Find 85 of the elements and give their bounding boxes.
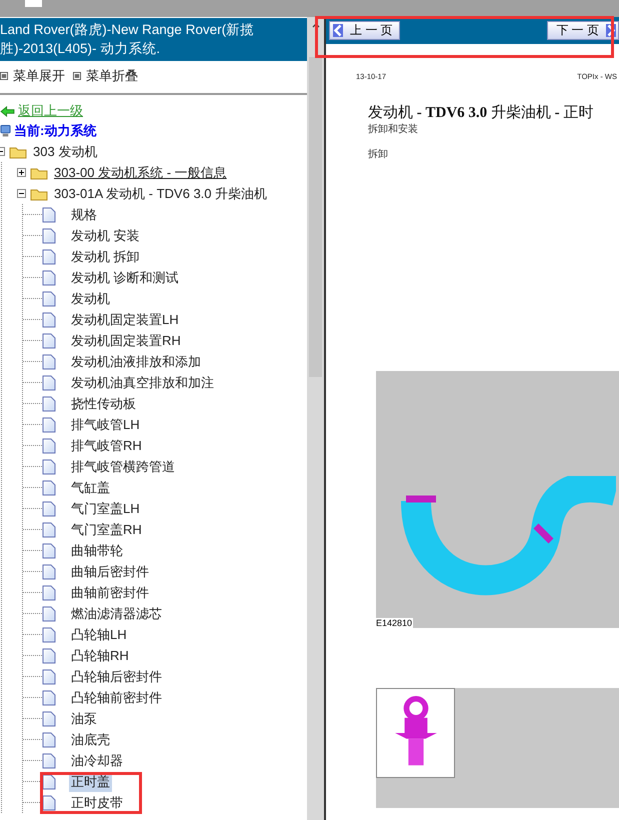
- document-icon: [42, 416, 56, 432]
- document-title: 发动机 - TDV6 3.0 升柴油机 - 正时: [368, 104, 594, 122]
- tree-item[interactable]: 发动机 诊断和测试: [69, 268, 181, 288]
- tree-item[interactable]: 发动机油真空排放和加注: [69, 372, 216, 392]
- document-icon: [42, 564, 56, 580]
- tree-item[interactable]: 挠性传动板: [69, 394, 138, 414]
- tree-item[interactable]: 凸轮轴后密封件: [69, 666, 164, 686]
- tree-item[interactable]: 发动机 拆卸: [69, 246, 142, 266]
- tree-item[interactable]: 油冷却器: [69, 750, 125, 770]
- tree-item[interactable]: 气门室盖RH: [69, 520, 144, 540]
- document-icon: [42, 248, 56, 264]
- scroll-up-icon[interactable]: [312, 22, 320, 28]
- document-icon: [42, 690, 56, 706]
- tree-item[interactable]: 凸轮轴RH: [69, 646, 131, 666]
- collapse-square-icon[interactable]: [0, 72, 8, 80]
- document-icon: [42, 332, 56, 348]
- document-icon: [42, 606, 56, 622]
- figure-caption: E142810: [375, 618, 414, 628]
- left-arrow-icon: [333, 24, 343, 37]
- document-icon: [42, 626, 56, 642]
- document-icon: [42, 752, 56, 768]
- document-icon: [42, 668, 56, 684]
- document-icon: [42, 228, 56, 244]
- tree-item[interactable]: 油底壳: [69, 730, 112, 750]
- tree-item[interactable]: 排气岐管RH: [69, 436, 144, 456]
- folder-icon: [30, 166, 48, 180]
- scrollbar[interactable]: [307, 17, 326, 820]
- tree-item[interactable]: 曲轴前密封件: [69, 582, 151, 602]
- tree-item[interactable]: 凸轮轴LH: [69, 624, 129, 644]
- document-icon: [42, 206, 56, 222]
- document-icon: [42, 290, 56, 306]
- tree-item[interactable]: 排气岐管横跨管道: [69, 456, 177, 476]
- document-icon: [42, 584, 56, 600]
- document-icon: [42, 312, 56, 328]
- document-subtitle: 拆卸和安装: [368, 122, 419, 136]
- tree-item[interactable]: 曲轴后密封件: [69, 562, 151, 582]
- document-icon: [42, 774, 56, 790]
- tree-item[interactable]: 303-01A 发动机 - TDV6 3.0 升柴油机: [52, 184, 270, 204]
- tree-item[interactable]: 303 发动机: [31, 142, 100, 162]
- current-location: 当前:动力系统: [14, 122, 96, 140]
- tree-item[interactable]: 曲轴带轮: [69, 540, 125, 560]
- collapse-icon[interactable]: [17, 189, 26, 198]
- tree-item[interactable]: 油泵: [69, 708, 99, 728]
- next-page-button[interactable]: 下 一 页: [547, 21, 619, 40]
- document-icon: [42, 480, 56, 496]
- header-title: 胜)-2013(L405)- 动力系统.: [0, 40, 162, 58]
- left-arrow-icon: [0, 106, 15, 116]
- tree-item[interactable]: 凸轮轴前密封件: [69, 688, 164, 708]
- folder-icon: [9, 144, 27, 158]
- tree-item[interactable]: 燃油滤清器滤芯: [69, 604, 164, 624]
- collapse-square-icon[interactable]: [73, 72, 81, 80]
- tree-item[interactable]: 发动机 安装: [69, 226, 142, 246]
- document-icon: [42, 354, 56, 370]
- tree-item[interactable]: 规格: [69, 204, 99, 224]
- document-icon: [42, 542, 56, 558]
- document-icon: [42, 648, 56, 664]
- document-icon: [42, 438, 56, 454]
- document-icon: [42, 710, 56, 726]
- document-icon: [42, 374, 56, 390]
- document-icon: [42, 794, 56, 810]
- menu-link[interactable]: 菜单折叠: [86, 67, 138, 85]
- header-title: Land Rover(路虎)-New Range Rover(新揽: [0, 21, 256, 39]
- document-icon: [42, 500, 56, 516]
- tree-item[interactable]: 排气岐管LH: [69, 414, 142, 434]
- document-icon: [42, 270, 56, 286]
- previous-page-button[interactable]: 上 一 页: [329, 21, 400, 40]
- tree-item[interactable]: 气缸盖: [69, 478, 112, 498]
- tree-item[interactable]: 发动机固定装置LH: [69, 310, 181, 330]
- tree-item[interactable]: 发动机固定装置RH: [69, 330, 183, 350]
- tree-item[interactable]: 303-00 发动机系统 - 一般信息: [52, 162, 229, 182]
- menu-link[interactable]: 菜单展开: [13, 67, 65, 85]
- back-link[interactable]: 返回上一级: [18, 102, 83, 120]
- document-icon: [42, 732, 56, 748]
- document-icon: [42, 396, 56, 412]
- scroll-thumb[interactable]: [309, 57, 322, 377]
- section-heading: 拆卸: [368, 148, 389, 161]
- expand-icon[interactable]: [17, 168, 26, 177]
- tree-item[interactable]: 发动机: [69, 288, 112, 308]
- tree-item[interactable]: 正时皮带: [69, 792, 125, 812]
- computer-icon: [0, 124, 11, 138]
- folder-icon: [30, 186, 48, 200]
- tree-item[interactable]: 气门室盖LH: [69, 498, 142, 518]
- document-icon: [42, 522, 56, 538]
- document-icon: [42, 458, 56, 474]
- tree-item[interactable]: 发动机油液排放和添加: [69, 352, 203, 372]
